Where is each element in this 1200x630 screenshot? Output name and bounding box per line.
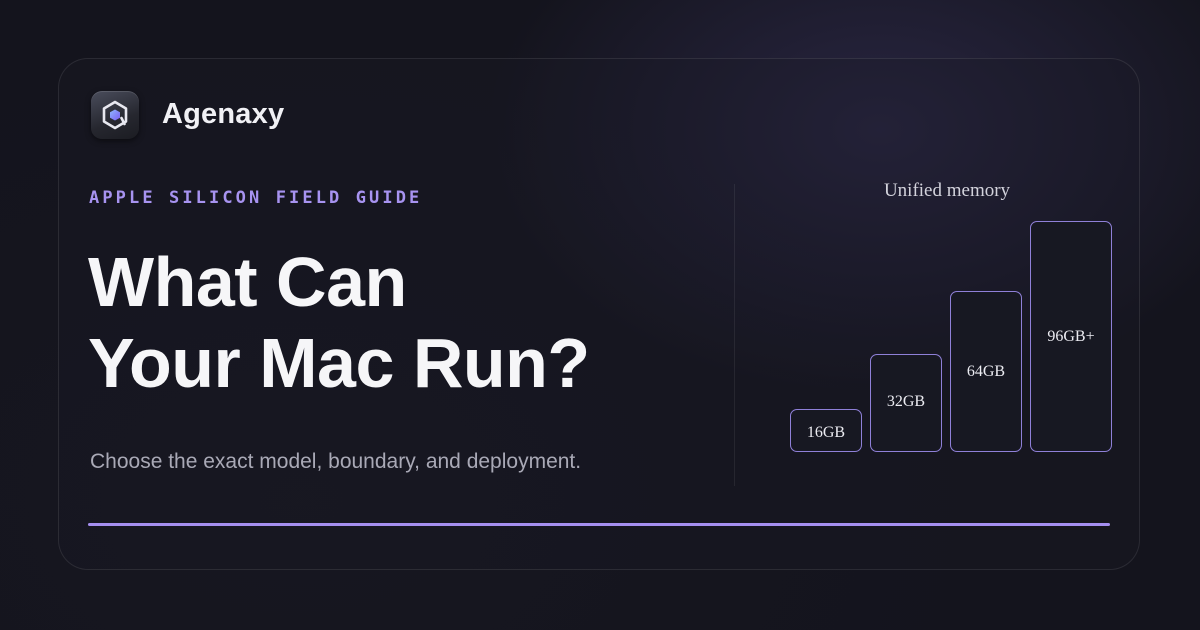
accent-underline bbox=[88, 523, 1110, 526]
memory-tier-64gb: 64GB bbox=[950, 291, 1022, 452]
title-line-2: Your Mac Run? bbox=[88, 324, 590, 402]
title-line-1: What Can bbox=[88, 243, 407, 321]
memory-tier-label: 16GB bbox=[806, 424, 846, 441]
memory-tier-label: 32GB bbox=[886, 393, 926, 410]
eyebrow-label: APPLE SILICON FIELD GUIDE bbox=[89, 188, 423, 208]
page-title: What Can Your Mac Run? bbox=[88, 242, 590, 404]
memory-chart-label: Unified memory bbox=[883, 180, 1011, 201]
vertical-divider bbox=[734, 184, 735, 486]
page-subtitle: Choose the exact model, boundary, and de… bbox=[90, 450, 582, 473]
memory-tier-label: 96GB+ bbox=[1047, 328, 1095, 345]
brand-logo-icon bbox=[91, 91, 139, 139]
brand-name: Agenaxy bbox=[162, 98, 285, 130]
memory-tier-16gb: 16GB bbox=[790, 409, 862, 452]
memory-tier-32gb: 32GB bbox=[870, 354, 942, 452]
memory-tier-label: 64GB bbox=[966, 363, 1006, 380]
memory-tier-96gb-plus: 96GB+ bbox=[1030, 221, 1112, 452]
